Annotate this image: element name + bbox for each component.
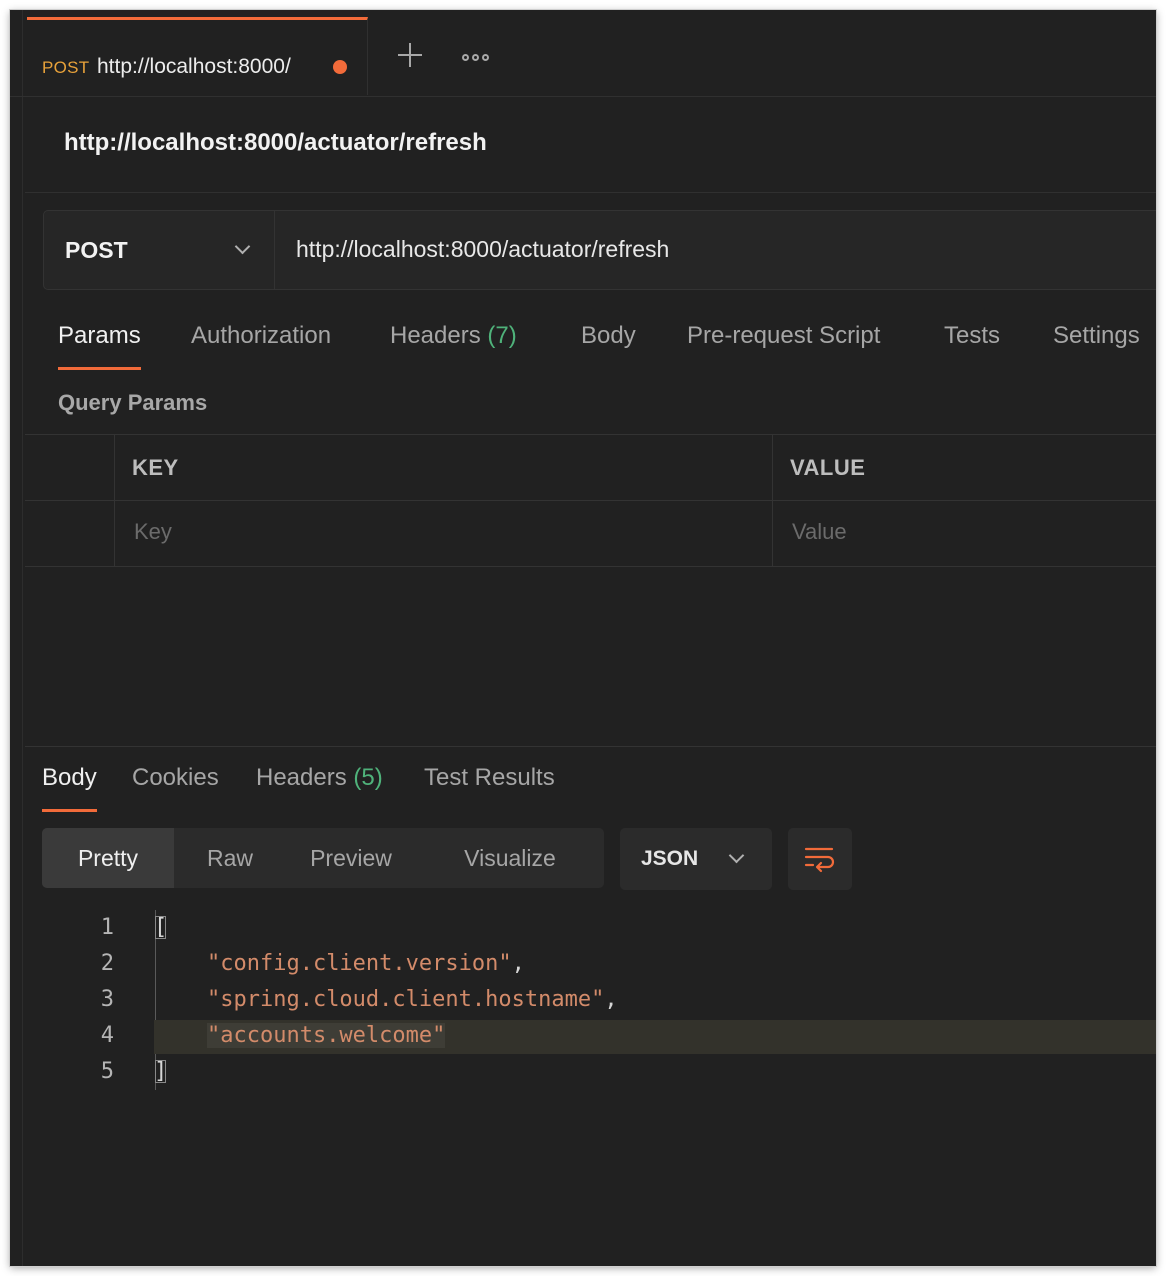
view-pretty-button[interactable]: Pretty bbox=[42, 828, 174, 888]
tab-headers[interactable]: Headers (7) bbox=[390, 322, 517, 368]
response-body-viewer[interactable]: 1 [ 2 "config.client.version", 3 "spring… bbox=[10, 910, 1156, 1090]
tab-settings[interactable]: Settings bbox=[1053, 322, 1140, 368]
wrap-lines-icon bbox=[804, 847, 835, 873]
tab-authorization[interactable]: Authorization bbox=[191, 322, 331, 368]
plus-icon[interactable] bbox=[393, 38, 427, 72]
view-visualize-button[interactable]: Visualize bbox=[416, 828, 604, 888]
response-tab-cookies[interactable]: Cookies bbox=[132, 764, 219, 810]
tab-params[interactable]: Params bbox=[58, 322, 141, 370]
view-preview-button[interactable]: Preview bbox=[286, 828, 416, 888]
format-label: JSON bbox=[641, 847, 699, 870]
tab-label: Pre-request Script bbox=[687, 322, 881, 349]
chevron-down-icon bbox=[234, 238, 251, 255]
tab-label: Settings bbox=[1053, 322, 1140, 349]
request-tab[interactable]: POST http://localhost:8000/ bbox=[27, 17, 368, 95]
chevron-down-icon bbox=[728, 847, 745, 864]
line-number: 2 bbox=[100, 951, 114, 976]
postman-window: POST http://localhost:8000/ http://local… bbox=[10, 10, 1156, 1266]
code-text: ] bbox=[154, 1054, 167, 1090]
url-input[interactable] bbox=[296, 236, 1156, 263]
query-params-label: Query Params bbox=[58, 390, 208, 415]
tab-label: Body bbox=[42, 764, 97, 791]
table-row bbox=[25, 500, 1156, 567]
tab-label: Authorization bbox=[191, 322, 332, 349]
method-select-label: POST bbox=[65, 237, 128, 263]
query-params-table: KEY VALUE bbox=[25, 434, 1156, 567]
close-bracket: ] bbox=[154, 1059, 168, 1084]
line-number: 5 bbox=[100, 1059, 114, 1084]
request-title[interactable]: http://localhost:8000/actuator/refresh bbox=[64, 129, 487, 157]
tab-label: Params bbox=[58, 322, 141, 349]
url-bar: POST bbox=[43, 210, 1156, 290]
format-select[interactable]: JSON bbox=[620, 828, 772, 890]
comma: , bbox=[511, 951, 525, 976]
key-column-header: KEY bbox=[115, 435, 773, 500]
view-raw-button[interactable]: Raw bbox=[174, 828, 286, 888]
wrap-lines-button[interactable] bbox=[788, 828, 852, 890]
request-title-row: http://localhost:8000/actuator/refresh bbox=[25, 96, 1156, 193]
code-text: "accounts.welcome" bbox=[154, 1018, 446, 1054]
json-string: "spring.cloud.client.hostname" bbox=[206, 987, 605, 1012]
json-string: "config.client.version" bbox=[206, 951, 512, 976]
table-header-row: KEY VALUE bbox=[25, 434, 1156, 500]
code-line: 2 "config.client.version", bbox=[10, 946, 1156, 982]
more-options-icon[interactable] bbox=[462, 50, 502, 64]
line-number: 3 bbox=[100, 987, 114, 1012]
json-string: "accounts.welcome" bbox=[206, 1023, 446, 1048]
tab-method: POST bbox=[42, 58, 90, 77]
tab-label: Body bbox=[581, 322, 636, 349]
key-cell bbox=[115, 501, 773, 566]
param-value-input[interactable] bbox=[792, 519, 1156, 545]
response-tab-test-results[interactable]: Test Results bbox=[424, 764, 555, 810]
key-header: KEY bbox=[132, 455, 179, 480]
tab-label: Tests bbox=[944, 322, 1001, 349]
value-cell bbox=[773, 501, 1156, 566]
line-number: 4 bbox=[100, 1023, 114, 1048]
tab-body[interactable]: Body bbox=[581, 322, 636, 368]
tab-label: Headers bbox=[390, 322, 481, 349]
code-text: "spring.cloud.client.hostname", bbox=[154, 982, 618, 1018]
tab-label: Headers bbox=[256, 764, 347, 791]
code-text: "config.client.version", bbox=[154, 946, 525, 982]
tab-label: Cookies bbox=[132, 764, 219, 791]
view-mode-selector: Pretty Raw Preview Visualize bbox=[42, 828, 604, 888]
response-headers-count: (5) bbox=[353, 764, 383, 791]
response-divider[interactable] bbox=[25, 746, 1156, 747]
method-select[interactable]: POST bbox=[44, 211, 275, 289]
unsaved-dot-icon bbox=[333, 60, 347, 74]
comma: , bbox=[604, 987, 618, 1012]
value-column-header: VALUE bbox=[773, 435, 1156, 500]
code-line-highlighted: 4 "accounts.welcome" bbox=[10, 1018, 1156, 1054]
response-tab-headers[interactable]: Headers (5) bbox=[256, 764, 383, 810]
open-bracket: [ bbox=[154, 915, 168, 940]
headers-count: (7) bbox=[487, 322, 517, 349]
value-header: VALUE bbox=[790, 455, 866, 480]
line-number: 1 bbox=[100, 915, 114, 940]
code-line: 1 [ bbox=[10, 910, 1156, 946]
code-line: 5 ] bbox=[10, 1054, 1156, 1090]
tab-pre-request-script[interactable]: Pre-request Script bbox=[687, 322, 880, 368]
row-checkbox-cell bbox=[25, 501, 115, 566]
param-key-input[interactable] bbox=[134, 519, 514, 545]
tab-bar: POST http://localhost:8000/ bbox=[10, 10, 1156, 97]
code-line: 3 "spring.cloud.client.hostname", bbox=[10, 982, 1156, 1018]
tab-tests[interactable]: Tests bbox=[944, 322, 1000, 368]
response-tab-body[interactable]: Body bbox=[42, 764, 97, 812]
checkbox-column-header bbox=[25, 435, 115, 500]
tab-label: Test Results bbox=[424, 764, 555, 791]
code-text: [ bbox=[154, 910, 167, 946]
tab-url: http://localhost:8000/ bbox=[97, 55, 291, 78]
